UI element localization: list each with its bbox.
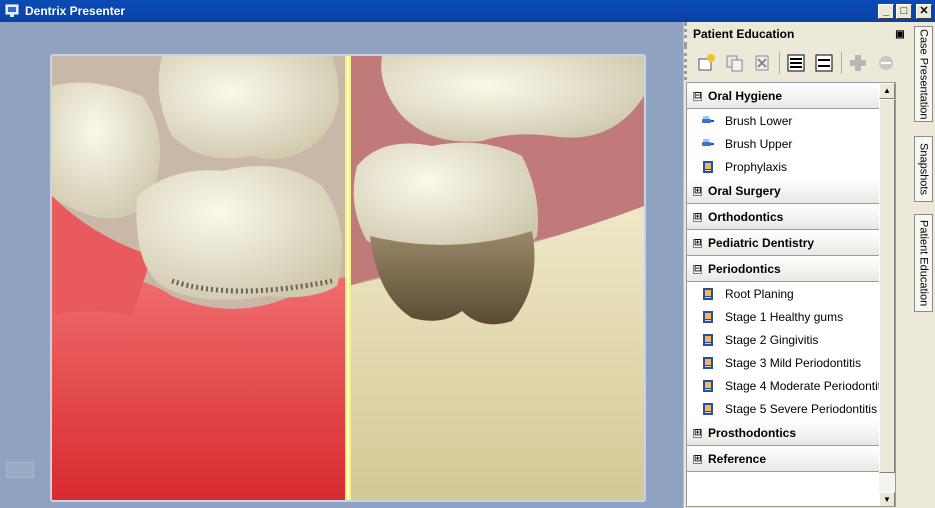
periodontics-illustration — [52, 56, 644, 500]
expand-icon[interactable]: ⊞ — [693, 238, 702, 248]
group-header-pediatric-dentistry[interactable]: ⊞ Pediatric Dentistry — [687, 230, 895, 256]
group-label: Periodontics — [708, 262, 781, 276]
title-bar: Dentrix Presenter _ □ ✕ — [0, 0, 935, 22]
close-icon: ✕ — [919, 4, 929, 17]
video-icon — [703, 379, 713, 392]
toothbrush-icon — [702, 115, 714, 123]
collapse-icon[interactable]: ⊟ — [693, 264, 702, 274]
collapse-icon[interactable]: ⊟ — [693, 91, 702, 101]
expand-icon[interactable]: ⊞ — [693, 212, 702, 222]
list-item[interactable]: Stage 2 Gingivitis — [687, 328, 895, 351]
group-header-periodontics[interactable]: ⊟ Periodontics — [687, 256, 895, 282]
list-detail-icon — [787, 54, 805, 72]
video-icon — [703, 287, 713, 300]
delete-button[interactable] — [751, 52, 773, 74]
topic-tree: ⊟ Oral Hygiene Brush Lower Brush Upper Proph… — [687, 83, 895, 472]
scroll-up-button[interactable]: ▲ — [879, 83, 895, 99]
minimize-icon: _ — [882, 4, 890, 17]
scroll-thumb[interactable] — [879, 99, 895, 473]
pin-icon[interactable]: ▣ — [892, 29, 908, 40]
copy-button[interactable] — [723, 52, 745, 74]
item-label: Stage 4 Moderate Periodontitis — [725, 378, 890, 393]
side-tab-strip: Case Presentation Snapshots Patient Educ… — [912, 22, 935, 508]
tab-label: Snapshots — [917, 143, 930, 195]
maximize-icon: □ — [900, 4, 908, 17]
list-item[interactable]: Brush Upper — [687, 132, 895, 155]
group-label: Oral Hygiene — [708, 89, 783, 103]
expand-icon[interactable]: ⊞ — [693, 454, 702, 464]
group-header-oral-hygiene[interactable]: ⊟ Oral Hygiene — [687, 83, 895, 109]
toolbar-separator — [841, 52, 842, 74]
app-icon — [5, 4, 19, 17]
list-item[interactable]: Stage 4 Moderate Periodontitis — [687, 374, 895, 397]
remove-button[interactable] — [875, 52, 897, 74]
item-label: Root Planing — [725, 286, 794, 301]
panel-toolbar — [684, 46, 912, 80]
toothbrush-icon — [702, 138, 714, 146]
item-label: Stage 2 Gingivitis — [725, 332, 819, 347]
dental-animation-frame[interactable] — [50, 54, 646, 502]
toolbar-separator — [779, 52, 780, 74]
window-title: Dentrix Presenter — [25, 4, 126, 18]
expand-icon[interactable]: ⊞ — [693, 186, 702, 196]
group-label: Prosthodontics — [708, 426, 797, 440]
tab-label: Patient Education — [917, 219, 930, 307]
list-icon — [815, 54, 833, 72]
expand-icon[interactable]: ⊞ — [693, 428, 702, 438]
maximize-button[interactable]: □ — [896, 3, 912, 19]
video-icon — [703, 160, 713, 173]
group-header-prosthodontics[interactable]: ⊞ Prosthodontics — [687, 420, 895, 446]
group-label: Oral Surgery — [708, 184, 781, 198]
remove-minus-icon — [879, 56, 893, 70]
new-sparkle-icon — [698, 54, 715, 71]
list-scrollbar[interactable]: ▲ ▼ — [879, 83, 895, 506]
add-plus-icon — [850, 55, 866, 71]
patient-education-panel: Patient Education ▣ ⊟ Oral Hygiene Brush L… — [683, 22, 912, 508]
list-item[interactable]: Stage 3 Mild Periodontitis — [687, 351, 895, 374]
group-header-orthodontics[interactable]: ⊞ Orthodontics — [687, 204, 895, 230]
list-item[interactable]: Stage 1 Healthy gums — [687, 305, 895, 328]
item-label: Brush Lower — [725, 113, 793, 128]
panel-title: Patient Education — [693, 27, 795, 41]
item-label: Prophylaxis — [725, 159, 788, 174]
scroll-down-button[interactable]: ▼ — [879, 492, 895, 506]
list-view-button[interactable] — [813, 52, 835, 74]
item-label: Brush Upper — [725, 136, 793, 151]
viewer-corner-handle — [6, 462, 34, 478]
video-icon — [703, 310, 713, 323]
new-presentation-button[interactable] — [695, 52, 717, 74]
copy-icon — [726, 55, 743, 72]
close-button[interactable]: ✕ — [916, 3, 932, 19]
scroll-up-icon: ▲ — [883, 86, 891, 95]
add-button[interactable] — [847, 52, 869, 74]
scroll-down-icon: ▼ — [883, 495, 891, 504]
video-icon — [703, 356, 713, 369]
item-label: Stage 3 Mild Periodontitis — [725, 355, 862, 370]
item-label: Stage 1 Healthy gums — [725, 309, 844, 324]
video-icon — [703, 402, 713, 415]
tab-case-presentation[interactable]: Case Presentation — [914, 26, 933, 122]
presentation-viewer — [0, 22, 683, 508]
education-topic-list: ⊟ Oral Hygiene Brush Lower Brush Upper Proph… — [686, 82, 896, 507]
list-item[interactable]: Prophylaxis — [687, 155, 895, 178]
video-icon — [703, 333, 713, 346]
tab-snapshots[interactable]: Snapshots — [914, 136, 933, 202]
tab-patient-education[interactable]: Patient Education — [914, 214, 933, 312]
minimize-button[interactable]: _ — [878, 3, 894, 19]
tab-label: Case Presentation — [917, 28, 930, 120]
details-view-button[interactable] — [785, 52, 807, 74]
list-item[interactable]: Brush Lower — [687, 109, 895, 132]
group-header-oral-surgery[interactable]: ⊞ Oral Surgery — [687, 178, 895, 204]
list-item[interactable]: Root Planing — [687, 282, 895, 305]
panel-header: Patient Education ▣ — [684, 22, 912, 46]
delete-icon — [755, 55, 769, 71]
group-label: Orthodontics — [708, 210, 784, 224]
list-item[interactable]: Stage 5 Severe Periodontitis — [687, 397, 895, 420]
item-label: Stage 5 Severe Periodontitis — [725, 401, 878, 416]
group-label: Reference — [708, 452, 767, 466]
group-header-reference[interactable]: ⊞ Reference — [687, 446, 895, 472]
group-label: Pediatric Dentistry — [708, 236, 815, 250]
